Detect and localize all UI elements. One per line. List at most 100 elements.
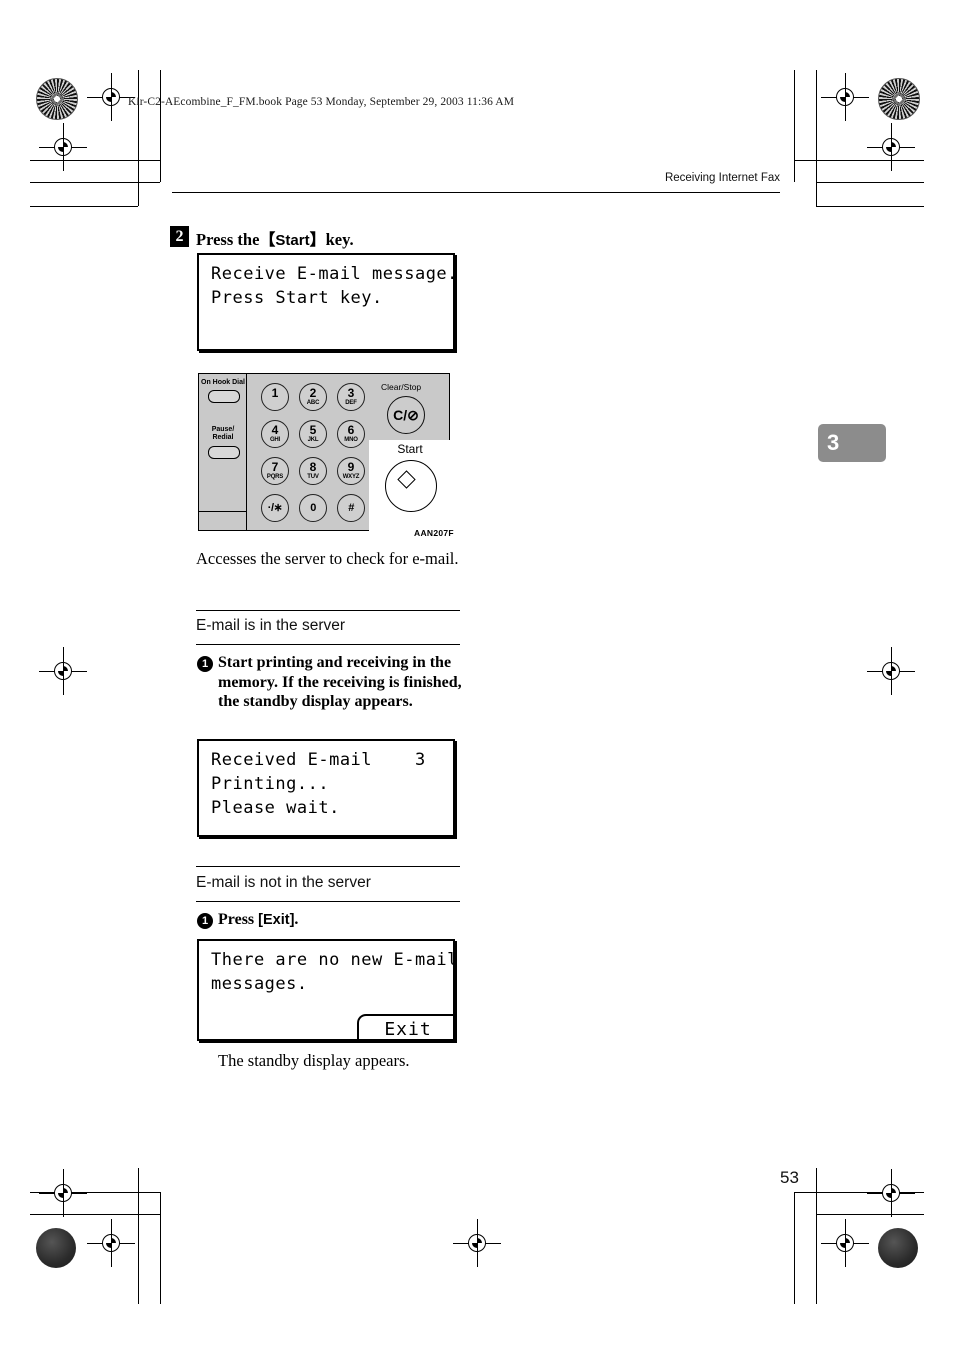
halftone-registration-circle bbox=[36, 78, 78, 120]
keypad-key-digit: 8 bbox=[309, 460, 317, 474]
lcd-softkey-exit[interactable]: Exit bbox=[357, 1014, 453, 1039]
keypad-key-alpha: ABC bbox=[306, 400, 320, 406]
crop-line bbox=[30, 182, 160, 183]
keypad-key-digit: 5 bbox=[309, 423, 317, 437]
solid-registration-circle bbox=[36, 1228, 76, 1268]
keypad-key-alpha: MNO bbox=[344, 437, 358, 443]
section-rule-top bbox=[196, 866, 460, 867]
exit-key-label: Exit bbox=[262, 912, 290, 928]
keypad-divider bbox=[199, 511, 247, 512]
keypad-key-4[interactable]: 4 GHI bbox=[261, 420, 289, 448]
section-heading-in-server: E-mail is in the server bbox=[196, 617, 346, 634]
clear-stop-glyph-icon: C/⊘ bbox=[393, 406, 419, 423]
start-label: Start bbox=[397, 442, 423, 456]
step-number-2: 2 bbox=[170, 226, 189, 247]
lcd-line-2: messages. bbox=[211, 974, 308, 994]
keypad-key-alpha: TUV bbox=[307, 474, 319, 480]
crop-line bbox=[160, 70, 161, 182]
keypad-key-7[interactable]: 7 PQRS bbox=[261, 457, 289, 485]
keypad-key-5[interactable]: 5 JKL bbox=[299, 420, 327, 448]
bracket-open: 【 bbox=[259, 232, 276, 249]
lcd-line-3: Please wait. bbox=[211, 798, 340, 818]
registration-target-icon bbox=[867, 647, 915, 695]
running-head: Receiving Internet Fax bbox=[664, 172, 780, 184]
keypad-key-asterisk[interactable]: ·/∗ bbox=[261, 494, 289, 522]
operation-panel-illustration: On Hook Dial Pause/ Redial 1 2 ABC 3 DEF 4… bbox=[198, 373, 451, 532]
crop-line bbox=[138, 1168, 139, 1304]
registration-target-icon bbox=[867, 1169, 915, 1217]
registration-target-icon bbox=[39, 123, 87, 171]
start-button[interactable] bbox=[385, 460, 437, 512]
keypad-key-2[interactable]: 2 ABC bbox=[299, 383, 327, 411]
section-heading-not-in-server: E-mail is not in the server bbox=[196, 874, 371, 891]
keypad-key-digit: 4 bbox=[271, 423, 279, 437]
keypad-key-digit: 6 bbox=[347, 423, 355, 437]
step-2-caption: Accesses the server to check for e-mail. bbox=[196, 549, 459, 568]
registration-target-icon bbox=[39, 647, 87, 695]
registration-target-icon bbox=[867, 123, 915, 171]
step-2-title-before: Press the bbox=[196, 230, 260, 249]
bullet-number: 1 bbox=[197, 656, 213, 672]
header-rule bbox=[172, 192, 780, 193]
keypad-key-9[interactable]: 9 WXYZ bbox=[337, 457, 365, 485]
keypad-key-alpha: DEF bbox=[345, 400, 357, 406]
crop-line bbox=[30, 206, 138, 207]
bullet-text-after: . bbox=[294, 911, 299, 928]
keypad-key-8[interactable]: 8 TUV bbox=[299, 457, 327, 485]
bracket-close: 】 bbox=[309, 232, 326, 249]
keypad-key-digit: # bbox=[348, 502, 354, 514]
step-2-title: Press the【Start】key. bbox=[196, 226, 354, 250]
bullet-text-not-in-server: Press [Exit]. bbox=[218, 910, 468, 931]
keypad-key-alpha: PQRS bbox=[266, 474, 284, 480]
bullet-text-in-server: Start printing and receiving in the memo… bbox=[218, 654, 462, 710]
keypad-key-digit: 3 bbox=[347, 386, 355, 400]
keypad-key-digit: 9 bbox=[347, 460, 355, 474]
crop-line bbox=[816, 206, 924, 207]
lcd-line-1: Received E-mail 3 bbox=[211, 750, 426, 770]
start-diamond-icon bbox=[397, 470, 416, 489]
lcd-panel-no-new-email: There are no new E-mail messages. Exit bbox=[197, 939, 455, 1041]
keypad-key-1[interactable]: 1 bbox=[261, 383, 289, 411]
registration-target-icon bbox=[821, 73, 869, 121]
clear-stop-button[interactable]: C/⊘ bbox=[387, 396, 425, 434]
lcd-panel-printing: Received E-mail 3 Printing... Please wai… bbox=[197, 739, 455, 837]
registration-target-icon bbox=[39, 1169, 87, 1217]
lcd-line-1: There are no new E-mail bbox=[211, 950, 455, 970]
solid-registration-circle bbox=[878, 1228, 918, 1268]
crop-line bbox=[794, 160, 924, 161]
pause-redial-button[interactable] bbox=[208, 446, 240, 459]
keypad-key-0[interactable]: 0 bbox=[299, 494, 327, 522]
clear-stop-label: Clear/Stop bbox=[381, 382, 422, 392]
keypad-key-alpha: WXYZ bbox=[342, 474, 360, 480]
keypad-key-6[interactable]: 6 MNO bbox=[337, 420, 365, 448]
bullet-text-before: Press bbox=[218, 911, 255, 928]
closing-text: The standby display appears. bbox=[218, 1051, 410, 1070]
crop-line bbox=[816, 70, 817, 206]
keypad-key-alpha: JKL bbox=[307, 437, 319, 443]
on-hook-dial-button[interactable] bbox=[208, 390, 240, 403]
chapter-tab: 3 bbox=[818, 424, 886, 462]
crop-line bbox=[138, 70, 139, 206]
crop-line bbox=[30, 1214, 160, 1215]
section-rule-bottom bbox=[196, 644, 460, 645]
keypad-key-digit: 0 bbox=[310, 502, 316, 514]
lcd-panel-receive-prompt: Receive E-mail message. Press Start key. bbox=[197, 253, 455, 351]
start-keycap-label: Start bbox=[275, 232, 310, 249]
keypad-key-digit: 2 bbox=[309, 386, 317, 400]
section-rule-bottom bbox=[196, 901, 460, 902]
crop-line bbox=[816, 1214, 924, 1215]
registration-target-icon bbox=[87, 1219, 135, 1267]
keypad-key-digit: ·/∗ bbox=[267, 502, 283, 514]
lcd-line-1: Receive E-mail message. bbox=[211, 264, 455, 284]
crop-line bbox=[160, 1192, 161, 1304]
crop-line bbox=[816, 1168, 817, 1304]
halftone-registration-circle bbox=[878, 78, 920, 120]
lcd-line-2: Press Start key. bbox=[211, 288, 383, 308]
page-number: 53 bbox=[780, 1168, 799, 1187]
figure-code: AAN207F bbox=[414, 528, 454, 538]
lcd-line-2: Printing... bbox=[211, 774, 330, 794]
keypad-key-hash[interactable]: # bbox=[337, 494, 365, 522]
registration-target-icon bbox=[453, 1219, 501, 1267]
keypad-key-3[interactable]: 3 DEF bbox=[337, 383, 365, 411]
keypad-key-digit: 7 bbox=[271, 460, 279, 474]
